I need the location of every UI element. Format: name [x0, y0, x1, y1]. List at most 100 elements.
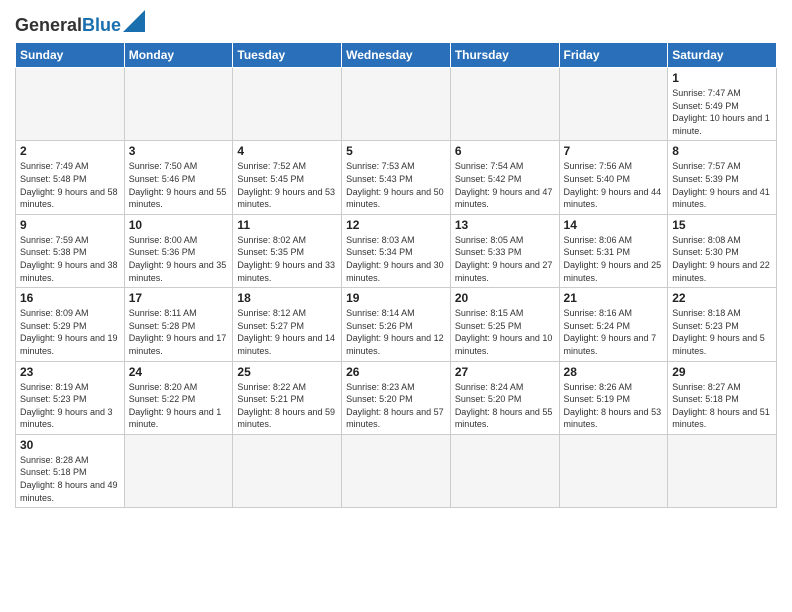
day-number: 28: [564, 365, 664, 379]
logo-triangle-icon: [123, 10, 145, 32]
day-number: 4: [237, 144, 337, 158]
day-cell: 25 Sunrise: 8:22 AM Sunset: 5:21 PM Dayli…: [233, 361, 342, 434]
day-number: 1: [672, 71, 772, 85]
week-row-2: 2Sunrise: 7:49 AM Sunset: 5:48 PM Daylig…: [16, 141, 777, 214]
day-info: Sunrise: 8:14 AM Sunset: 5:26 PM Dayligh…: [346, 307, 446, 357]
weekday-header-tuesday: Tuesday: [233, 43, 342, 68]
day-info: Sunrise: 8:24 AM Sunset: 5:20 PM Dayligh…: [455, 381, 555, 431]
logo-general: General: [15, 16, 82, 34]
day-cell: 22Sunrise: 8:18 AM Sunset: 5:23 PM Dayli…: [668, 288, 777, 361]
day-info: Sunrise: 7:57 AM Sunset: 5:39 PM Dayligh…: [672, 160, 772, 210]
day-info: Sunrise: 8:06 AM Sunset: 5:31 PM Dayligh…: [564, 234, 664, 284]
weekday-header-thursday: Thursday: [450, 43, 559, 68]
day-cell: [559, 434, 668, 507]
day-number: 6: [455, 144, 555, 158]
day-info: Sunrise: 8:09 AM Sunset: 5:29 PM Dayligh…: [20, 307, 120, 357]
week-row-4: 16 Sunrise: 8:09 AM Sunset: 5:29 PM Dayli…: [16, 288, 777, 361]
day-cell: 26Sunrise: 8:23 AM Sunset: 5:20 PM Dayli…: [342, 361, 451, 434]
day-info: Sunrise: 8:15 AM Sunset: 5:25 PM Dayligh…: [455, 307, 555, 357]
weekday-header-friday: Friday: [559, 43, 668, 68]
day-info: Sunrise: 7:56 AM Sunset: 5:40 PM Dayligh…: [564, 160, 664, 210]
day-info: Sunrise: 8:00 AM Sunset: 5:36 PM Dayligh…: [129, 234, 229, 284]
day-info: Sunrise: 8:20 AM Sunset: 5:22 PM Dayligh…: [129, 381, 229, 431]
page: General Blue SundayMondayTuesdayWednesda…: [0, 0, 792, 612]
day-cell: 13 Sunrise: 8:05 AM Sunset: 5:33 PM Dayli…: [450, 214, 559, 287]
day-info: Sunrise: 7:52 AM Sunset: 5:45 PM Dayligh…: [237, 160, 337, 210]
day-info: Sunrise: 8:22 AM Sunset: 5:21 PM Dayligh…: [237, 381, 337, 431]
week-row-1: 1Sunrise: 7:47 AM Sunset: 5:49 PM Daylig…: [16, 68, 777, 141]
day-number: 2: [20, 144, 120, 158]
day-cell: 8Sunrise: 7:57 AM Sunset: 5:39 PM Daylig…: [668, 141, 777, 214]
day-number: 19: [346, 291, 446, 305]
day-info: Sunrise: 8:02 AM Sunset: 5:35 PM Dayligh…: [237, 234, 337, 284]
day-cell: [668, 434, 777, 507]
day-cell: 14 Sunrise: 8:06 AM Sunset: 5:31 PM Dayli…: [559, 214, 668, 287]
weekday-header-wednesday: Wednesday: [342, 43, 451, 68]
weekday-header-sunday: Sunday: [16, 43, 125, 68]
day-cell: 9 Sunrise: 7:59 AM Sunset: 5:38 PM Daylig…: [16, 214, 125, 287]
day-number: 7: [564, 144, 664, 158]
day-info: Sunrise: 8:27 AM Sunset: 5:18 PM Dayligh…: [672, 381, 772, 431]
week-row-5: 23Sunrise: 8:19 AM Sunset: 5:23 PM Dayli…: [16, 361, 777, 434]
day-number: 24: [129, 365, 229, 379]
day-cell: 18Sunrise: 8:12 AM Sunset: 5:27 PM Dayli…: [233, 288, 342, 361]
day-info: Sunrise: 8:18 AM Sunset: 5:23 PM Dayligh…: [672, 307, 772, 357]
day-cell: 15 Sunrise: 8:08 AM Sunset: 5:30 PM Dayli…: [668, 214, 777, 287]
day-number: 9: [20, 218, 120, 232]
day-cell: [450, 434, 559, 507]
day-cell: 16 Sunrise: 8:09 AM Sunset: 5:29 PM Dayli…: [16, 288, 125, 361]
day-info: Sunrise: 7:59 AM Sunset: 5:38 PM Dayligh…: [20, 234, 120, 284]
day-info: Sunrise: 8:16 AM Sunset: 5:24 PM Dayligh…: [564, 307, 664, 357]
day-number: 13: [455, 218, 555, 232]
weekday-header-row: SundayMondayTuesdayWednesdayThursdayFrid…: [16, 43, 777, 68]
day-number: 20: [455, 291, 555, 305]
day-number: 12: [346, 218, 446, 232]
header: General Blue: [15, 10, 777, 34]
day-number: 21: [564, 291, 664, 305]
day-cell: 20 Sunrise: 8:15 AM Sunset: 5:25 PM Dayli…: [450, 288, 559, 361]
week-row-6: 30Sunrise: 8:28 AM Sunset: 5:18 PM Dayli…: [16, 434, 777, 507]
day-cell: [233, 434, 342, 507]
day-number: 30: [20, 438, 120, 452]
day-number: 27: [455, 365, 555, 379]
logo: General Blue: [15, 10, 145, 34]
day-cell: 4 Sunrise: 7:52 AM Sunset: 5:45 PM Daylig…: [233, 141, 342, 214]
day-cell: 12Sunrise: 8:03 AM Sunset: 5:34 PM Dayli…: [342, 214, 451, 287]
weekday-header-saturday: Saturday: [668, 43, 777, 68]
day-cell: 29 Sunrise: 8:27 AM Sunset: 5:18 PM Dayli…: [668, 361, 777, 434]
day-cell: 24 Sunrise: 8:20 AM Sunset: 5:22 PM Dayli…: [124, 361, 233, 434]
calendar-table: SundayMondayTuesdayWednesdayThursdayFrid…: [15, 42, 777, 508]
day-number: 26: [346, 365, 446, 379]
day-cell: 3 Sunrise: 7:50 AM Sunset: 5:46 PM Daylig…: [124, 141, 233, 214]
day-cell: [559, 68, 668, 141]
day-number: 16: [20, 291, 120, 305]
week-row-3: 9 Sunrise: 7:59 AM Sunset: 5:38 PM Daylig…: [16, 214, 777, 287]
day-cell: 17Sunrise: 8:11 AM Sunset: 5:28 PM Dayli…: [124, 288, 233, 361]
day-number: 3: [129, 144, 229, 158]
day-cell: [124, 68, 233, 141]
day-cell: 2Sunrise: 7:49 AM Sunset: 5:48 PM Daylig…: [16, 141, 125, 214]
day-number: 25: [237, 365, 337, 379]
day-info: Sunrise: 8:05 AM Sunset: 5:33 PM Dayligh…: [455, 234, 555, 284]
day-number: 15: [672, 218, 772, 232]
day-number: 23: [20, 365, 120, 379]
day-info: Sunrise: 8:08 AM Sunset: 5:30 PM Dayligh…: [672, 234, 772, 284]
day-cell: 10 Sunrise: 8:00 AM Sunset: 5:36 PM Dayli…: [124, 214, 233, 287]
day-number: 14: [564, 218, 664, 232]
day-cell: [16, 68, 125, 141]
day-number: 29: [672, 365, 772, 379]
day-info: Sunrise: 7:54 AM Sunset: 5:42 PM Dayligh…: [455, 160, 555, 210]
day-cell: 5Sunrise: 7:53 AM Sunset: 5:43 PM Daylig…: [342, 141, 451, 214]
day-number: 11: [237, 218, 337, 232]
day-number: 5: [346, 144, 446, 158]
day-cell: 1Sunrise: 7:47 AM Sunset: 5:49 PM Daylig…: [668, 68, 777, 141]
day-cell: [342, 434, 451, 507]
day-info: Sunrise: 8:12 AM Sunset: 5:27 PM Dayligh…: [237, 307, 337, 357]
day-cell: 11 Sunrise: 8:02 AM Sunset: 5:35 PM Dayli…: [233, 214, 342, 287]
day-cell: 7 Sunrise: 7:56 AM Sunset: 5:40 PM Daylig…: [559, 141, 668, 214]
day-info: Sunrise: 8:11 AM Sunset: 5:28 PM Dayligh…: [129, 307, 229, 357]
day-cell: 23Sunrise: 8:19 AM Sunset: 5:23 PM Dayli…: [16, 361, 125, 434]
day-cell: [342, 68, 451, 141]
day-number: 10: [129, 218, 229, 232]
day-info: Sunrise: 7:50 AM Sunset: 5:46 PM Dayligh…: [129, 160, 229, 210]
